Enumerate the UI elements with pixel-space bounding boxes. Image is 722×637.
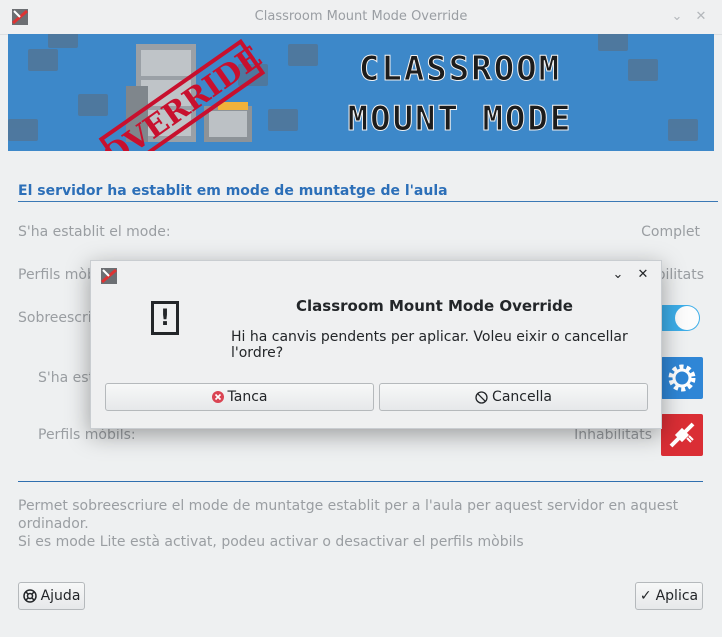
mode-value: Complet <box>641 224 700 240</box>
cancel-button-label: Cancella <box>492 389 552 405</box>
apply-button-label: Aplica <box>655 588 699 604</box>
dialog-app-icon <box>101 268 117 284</box>
description: Permet sobreescriure el mode de muntatge… <box>18 497 718 551</box>
confirm-dialog: ⌄ ✕ ! Classroom Mount Mode Override Hi h… <box>90 260 662 429</box>
close-app-button[interactable]: Tanca <box>105 383 374 411</box>
close-window-button[interactable]: ✕ <box>692 8 710 26</box>
check-icon: ✓ <box>639 588 652 604</box>
divider <box>18 481 703 482</box>
cancel-button[interactable]: Cancella <box>379 383 648 411</box>
description-line2: Si es mode Lite està activat, podeu acti… <box>18 534 524 550</box>
local-profiles-value: Inhabilitats <box>574 427 652 443</box>
local-profiles-label: Perfils mòbils: <box>38 427 136 443</box>
banner-title-line2: MOUNT MODE <box>348 99 573 139</box>
apply-button[interactable]: ✓ Aplica <box>635 582 703 610</box>
warning-icon: ! <box>151 301 179 335</box>
help-button[interactable]: Ajuda <box>18 582 85 610</box>
banner-title-line1: CLASSROOM <box>359 49 561 89</box>
banner: OVERRIDE CLASSROOM MOUNT MODE <box>8 34 714 151</box>
minimize-button[interactable]: ⌄ <box>668 8 686 26</box>
gear-icon <box>668 364 696 392</box>
mode-settings-button[interactable] <box>661 357 703 399</box>
description-line1: Permet sobreescriure el mode de muntatge… <box>18 498 679 532</box>
dialog-minimize-button[interactable]: ⌄ <box>609 266 627 284</box>
dialog-message: Hi ha canvis pendents per aplicar. Voleu… <box>231 329 628 361</box>
dialog-title: Classroom Mount Mode Override <box>296 297 573 315</box>
window-titlebar: Classroom Mount Mode Override ⌄ ✕ <box>0 0 722 35</box>
cancel-icon <box>475 390 488 404</box>
toggle-knob <box>675 306 699 330</box>
banner-graphic: OVERRIDE CLASSROOM MOUNT MODE <box>8 34 698 151</box>
close-app-button-label: Tanca <box>227 389 268 405</box>
help-button-label: Ajuda <box>40 588 81 604</box>
mode-label: S'ha establit el mode: <box>18 224 171 240</box>
lifebuoy-icon <box>22 589 37 603</box>
window-title: Classroom Mount Mode Override <box>254 9 468 24</box>
close-circle-icon <box>211 391 224 403</box>
unplug-icon <box>669 422 695 448</box>
section-heading-text: El servidor ha establit em mode de munta… <box>18 183 448 199</box>
profiles-toggle-button[interactable] <box>661 414 703 456</box>
dialog-close-button[interactable]: ✕ <box>634 266 652 284</box>
section-heading: El servidor ha establit em mode de munta… <box>18 183 718 202</box>
